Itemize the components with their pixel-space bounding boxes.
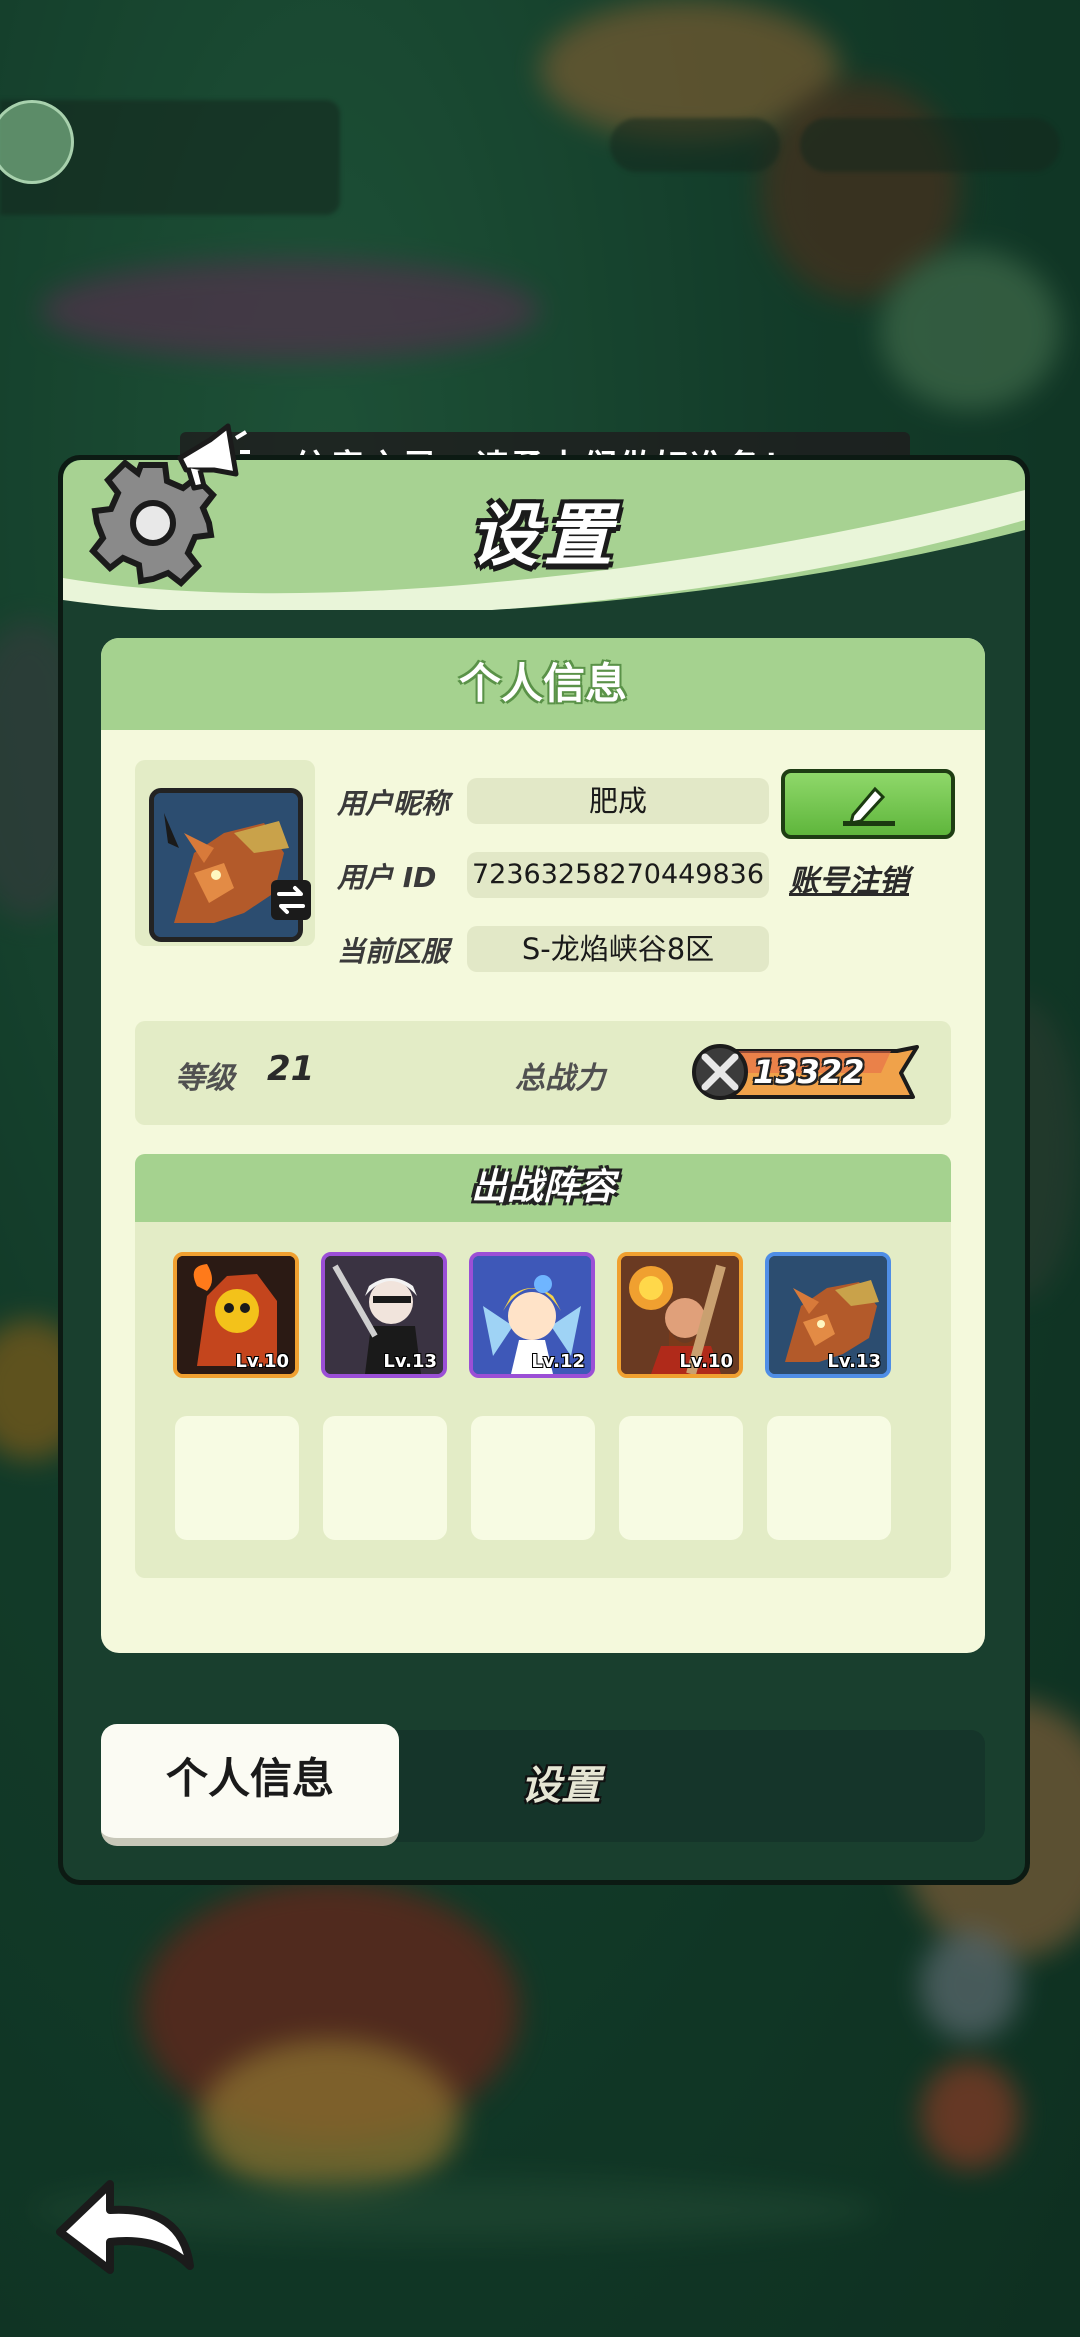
tab-settings[interactable]: 设置 — [461, 1730, 661, 1842]
level-label: 等级 — [175, 1061, 235, 1096]
back-arrow-icon[interactable] — [52, 2170, 202, 2280]
empty-slot[interactable] — [619, 1416, 743, 1540]
empty-slot[interactable] — [323, 1416, 447, 1540]
edit-icon — [843, 786, 895, 826]
swords-icon — [692, 1044, 748, 1100]
personal-info-card: 个人信息 用户昵称 肥成 — [101, 638, 985, 1653]
hero-slot-4[interactable]: Lv.10 — [617, 1252, 743, 1378]
hero-level: Lv.13 — [827, 1351, 881, 1372]
level-value: 21 — [267, 1049, 315, 1089]
stats-row: 等级 21 总战力 13322 — [135, 1021, 951, 1125]
megaphone-icon — [177, 423, 250, 491]
resource-bar-gold — [800, 118, 1060, 172]
edit-nickname-button[interactable] — [781, 769, 955, 839]
power-label: 总战力 — [515, 1061, 605, 1096]
hero-slot-2[interactable]: Lv.13 — [321, 1252, 447, 1378]
hero-slot-1[interactable]: Lv.10 — [173, 1252, 299, 1378]
hero-level: Lv.10 — [679, 1351, 733, 1372]
card-title: 个人信息 — [101, 638, 985, 730]
hero-slot-5[interactable]: Lv.13 — [765, 1252, 891, 1378]
resource-bar-gems — [610, 118, 780, 172]
tab-personal-info[interactable]: 个人信息 — [101, 1724, 399, 1846]
swap-icon[interactable] — [271, 880, 311, 920]
tab-bar: 个人信息 设置 — [101, 1724, 985, 1846]
server-label: 当前区服 — [337, 935, 450, 968]
avatar-frame — [135, 760, 315, 946]
power-value: 13322 — [753, 1053, 865, 1091]
nickname-label: 用户昵称 — [337, 787, 450, 820]
empty-slot[interactable] — [175, 1416, 299, 1540]
server-value: S-龙焰峡谷8区 — [467, 926, 769, 972]
cancel-account-link[interactable]: 账号注销 — [789, 856, 909, 900]
nickname-value: 肥成 — [467, 778, 769, 824]
empty-slot[interactable] — [471, 1416, 595, 1540]
hero-slot-3[interactable]: Lv.12 — [469, 1252, 595, 1378]
hero-level: Lv.10 — [235, 1351, 289, 1372]
hero-level: Lv.13 — [383, 1351, 437, 1372]
power-badge: 13322 — [691, 1043, 921, 1101]
settings-panel: 设置 个人信息 用户昵称 肥成 — [58, 455, 1030, 1885]
empty-slot[interactable] — [767, 1416, 891, 1540]
user-id-value: 7236325827044983­6 — [467, 852, 769, 898]
lineup-title: 出战阵容 — [135, 1154, 951, 1222]
user-id-label: 用户 ID — [337, 861, 437, 894]
battle-lineup: 出战阵容 Lv.10 Lv.13 Lv.12 Lv.10 Lv.13 — [135, 1154, 951, 1578]
hero-level: Lv.12 — [531, 1351, 585, 1372]
